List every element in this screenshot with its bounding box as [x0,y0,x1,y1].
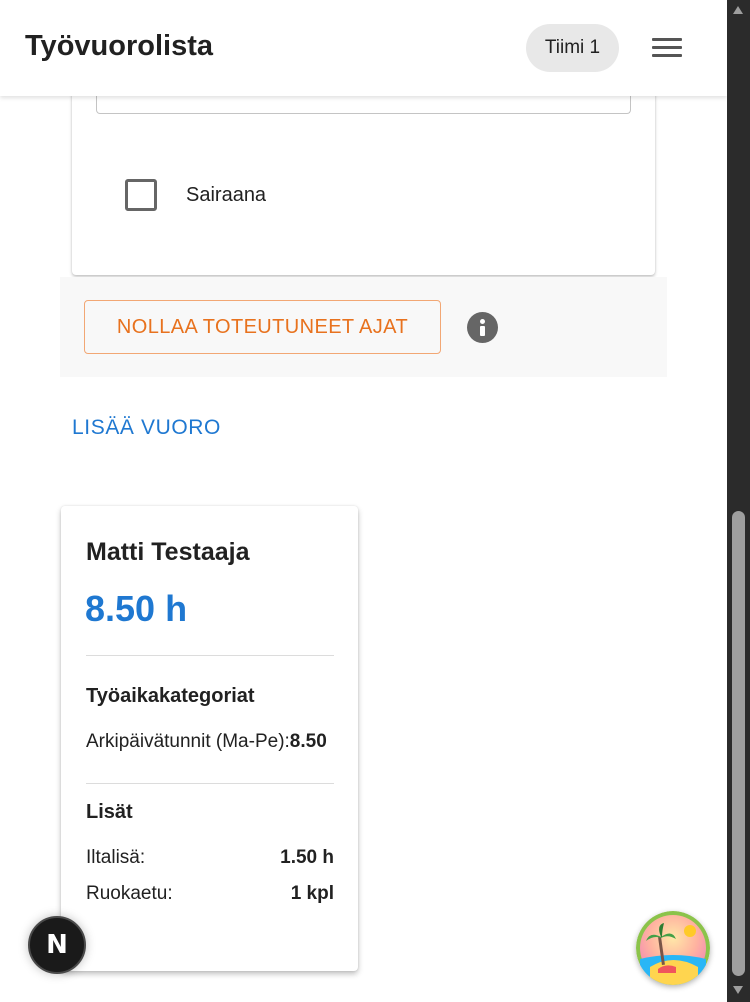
app-bar: Työvuorolista Tiimi 1 [0,0,727,96]
page-content: Sairaana NOLLAA TOTEUTUNEET AJAT LISÄÄ V… [0,0,727,1002]
scrollbar-thumb[interactable] [732,511,745,976]
app-title: Työvuorolista [25,30,213,62]
total-hours: 8.50 h [85,588,188,629]
vertical-scrollbar[interactable] [727,0,750,1002]
meal-benefit-row: Ruokaetu: 1 kpl [86,883,334,905]
scroll-up-arrow-icon[interactable] [733,6,743,14]
team-selector-chip[interactable]: Tiimi 1 [526,24,619,72]
divider [86,655,334,656]
evening-bonus-value: 1.50 h [280,847,334,868]
employee-summary-card: Matti Testaaja 8.50 h Työaikakategoriat … [61,506,358,971]
beach-avatar-button[interactable] [636,911,710,985]
scroll-down-arrow-icon[interactable] [733,986,743,994]
weekday-hours-row: Arkipäivätunnit (Ma-Pe): 8.50 [86,731,334,753]
weekday-hours-value: 8.50 [289,731,327,752]
reset-actual-times-button[interactable]: NOLLAA TOTEUTUNEET AJAT [84,300,441,354]
extras-heading: Lisät [86,801,133,823]
meal-benefit-value: 1 kpl [290,883,334,904]
add-shift-button[interactable]: LISÄÄ VUORO [72,416,221,440]
meal-benefit-label: Ruokaetu: [86,883,173,904]
sick-checkbox-row[interactable]: Sairaana [125,179,266,211]
divider [86,783,334,784]
beach-island-icon [636,911,710,985]
employee-name: Matti Testaaja [86,538,250,566]
sick-checkbox-label: Sairaana [186,183,267,206]
evening-bonus-row: Iltalisä: 1.50 h [86,847,334,869]
viewport: Sairaana NOLLAA TOTEUTUNEET AJAT LISÄÄ V… [0,0,750,1002]
nextjs-dev-badge[interactable]: N [28,916,86,974]
reset-panel: NOLLAA TOTEUTUNEET AJAT [60,277,667,377]
info-icon[interactable] [467,312,498,343]
hamburger-menu-icon[interactable] [652,36,682,60]
evening-bonus-label: Iltalisä: [86,847,146,868]
weekday-hours-label: Arkipäivätunnit (Ma-Pe): [86,731,290,752]
categories-heading: Työaikakategoriat [86,685,255,707]
sick-checkbox[interactable] [125,179,157,211]
nextjs-logo-letter: N [46,930,68,960]
